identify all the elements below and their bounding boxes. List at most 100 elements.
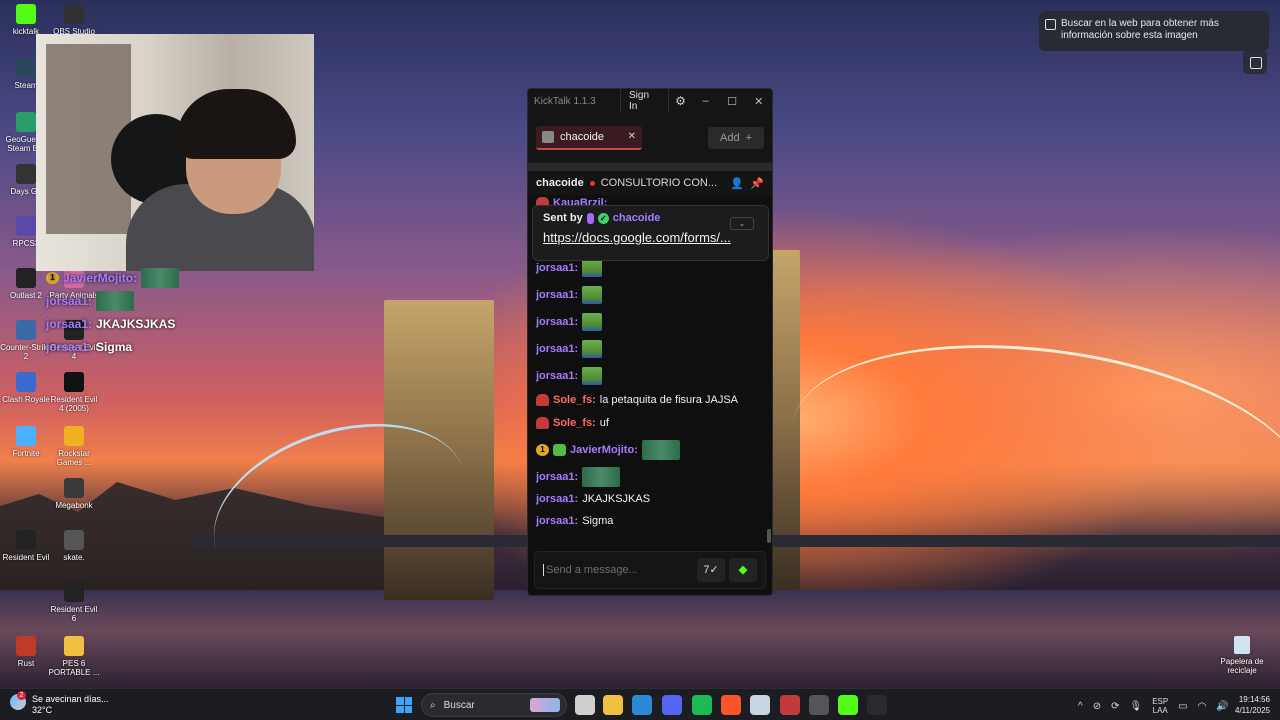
chat-text: JKAJKSJKAS xyxy=(582,493,651,505)
file-explorer-icon[interactable] xyxy=(603,695,623,715)
translate-icon[interactable]: 7✓ xyxy=(697,558,725,582)
task-view-icon[interactable] xyxy=(575,695,595,715)
chevron-up-icon[interactable]: ^ xyxy=(1078,701,1083,712)
chat-username[interactable]: Sole_fs: xyxy=(553,394,596,406)
chat-username[interactable]: jorsaa1: xyxy=(536,471,578,483)
clock[interactable]: 19:14:56 4/11/2025 xyxy=(1226,694,1270,716)
recycle-bin[interactable]: Papelera de reciclaje xyxy=(1212,636,1272,675)
desktop-icon[interactable]: Rockstar Games ... xyxy=(48,426,100,467)
minimize-button[interactable]: – xyxy=(692,95,719,107)
kicktalk-icon[interactable] xyxy=(838,695,858,715)
desktop-icon-label: Outlast 2 xyxy=(9,291,42,300)
chat-message: jorsaa1: JKAJKSJKAS xyxy=(536,493,650,505)
app-icon xyxy=(16,320,36,340)
desktop-icon-label: Rust xyxy=(17,659,35,668)
spotify-icon[interactable] xyxy=(692,695,712,715)
chat-username[interactable]: jorsaa1: xyxy=(536,370,578,382)
taskbar-search[interactable]: ⌕ Buscar xyxy=(421,693,567,717)
discord-icon[interactable] xyxy=(662,695,682,715)
kicktalk-window: KickTalk 1.1.3 Sign In ⚙ – ☐ ✕ chacoide … xyxy=(527,88,773,596)
gear-icon[interactable]: ⚙ xyxy=(669,94,693,108)
add-channel-button[interactable]: Add + xyxy=(708,126,764,149)
voicemeeter-icon[interactable] xyxy=(780,695,800,715)
emote-icon xyxy=(582,340,603,358)
app-icon xyxy=(16,372,36,392)
maximize-button[interactable]: ☐ xyxy=(719,95,746,108)
pinned-username[interactable]: chacoide xyxy=(613,212,661,224)
chat-scrollbar[interactable] xyxy=(767,529,771,543)
desktop-icon-label: Resident Evil xyxy=(2,553,50,562)
desktop-icon[interactable]: PES 6 PORTABLE ... xyxy=(48,636,100,677)
message-input[interactable]: Send a message... xyxy=(543,564,693,576)
close-button[interactable]: ✕ xyxy=(745,95,772,108)
system-tray: ^ ⊘ ⟳ 🎙 ESP LAA ▭ ◠ 🔊 xyxy=(1078,697,1229,715)
badge-icon: 1 xyxy=(536,444,549,456)
chat-username[interactable]: jorsaa1: xyxy=(536,343,578,355)
steam-icon[interactable] xyxy=(750,695,770,715)
chat-text: uf xyxy=(599,417,609,429)
chat-username[interactable]: jorsaa1: xyxy=(536,262,578,274)
app-icon xyxy=(16,530,36,550)
wallpaper-river xyxy=(0,590,1280,690)
desktop-icon[interactable]: Resident Evil 4 (2005) xyxy=(48,372,100,413)
mic-icon[interactable]: 🎙 xyxy=(1129,701,1142,712)
display-icon[interactable]: ▭ xyxy=(1178,701,1187,712)
taskbar: 2 Se avecinan días... 32°C ⌕ Buscar ^ ⊘ … xyxy=(0,688,1280,720)
desktop-icon[interactable]: Resident Evil xyxy=(0,530,52,562)
bing-icon[interactable] xyxy=(632,695,652,715)
network-icon[interactable]: ⊘ xyxy=(1093,701,1101,712)
desktop-icon-label: skate. xyxy=(63,553,85,562)
wifi-icon[interactable]: ◠ xyxy=(1198,701,1207,712)
chat-username[interactable]: Sole_fs: xyxy=(553,417,596,429)
start-button[interactable] xyxy=(396,697,412,713)
app-icon xyxy=(64,582,84,602)
user-icon[interactable]: 👤 xyxy=(730,177,744,190)
desktop-icon[interactable]: Outlast 2 xyxy=(0,268,52,300)
emote-icon xyxy=(582,367,603,385)
recycle-bin-label: Papelera de reciclaje xyxy=(1220,657,1264,675)
desktop-icon[interactable]: Clash Royale xyxy=(0,372,52,404)
emote-icon xyxy=(141,267,180,288)
badge-icon: 1 xyxy=(46,271,59,284)
visual-search-button[interactable] xyxy=(1243,50,1267,74)
chat-username[interactable]: jorsaa1: xyxy=(536,289,578,301)
desktop-icon[interactable]: Fortnite xyxy=(0,426,52,458)
desktop-icon[interactable]: Rust xyxy=(0,636,52,668)
chat-username[interactable]: jorsaa1: xyxy=(536,515,578,527)
desktop-icon[interactable]: Megabonk xyxy=(48,478,100,510)
language-indicator[interactable]: ESP LAA xyxy=(1152,697,1168,715)
desktop-icon[interactable]: OBS Studio xyxy=(48,4,100,36)
app-icon xyxy=(16,4,36,24)
chevron-down-icon[interactable]: ⌄ xyxy=(730,217,754,230)
desktop-icon[interactable]: kicktalk xyxy=(0,4,52,36)
chat-username[interactable]: JavierMojito: xyxy=(570,444,638,456)
mic-badge-icon xyxy=(586,212,594,224)
sync-icon[interactable]: ⟳ xyxy=(1111,701,1119,712)
emote-picker-icon[interactable]: ◆ xyxy=(729,558,757,582)
desktop-icon[interactable]: skate. xyxy=(48,530,100,562)
app-icon xyxy=(16,268,36,288)
close-tab-icon[interactable]: ✕ xyxy=(628,131,636,142)
brave-icon[interactable] xyxy=(721,695,741,715)
pin-icon[interactable]: 📌 xyxy=(750,177,764,190)
desktop-icon[interactable]: Resident Evil 6 xyxy=(48,582,100,623)
chat-username[interactable]: jorsaa1: xyxy=(536,316,578,328)
epic-games-icon[interactable] xyxy=(867,695,887,715)
sent-by-label: Sent by xyxy=(543,212,583,224)
pinned-message: Sent by ✓ chacoide ⌄ https://docs.google… xyxy=(532,205,769,261)
pinned-sent-by: Sent by ✓ chacoide xyxy=(543,212,758,224)
weather-widget[interactable]: 2 Se avecinan días... 32°C xyxy=(10,691,109,716)
chat-username[interactable]: jorsaa1: xyxy=(536,493,578,505)
sign-in-button[interactable]: Sign In xyxy=(620,89,669,113)
channel-tab[interactable]: chacoide ✕ xyxy=(536,125,642,150)
chat-message: jorsaa1: xyxy=(536,259,603,277)
overlay-chat-line: 1 JavierMojito: xyxy=(46,266,180,289)
app-icon xyxy=(16,636,36,656)
obs-icon[interactable] xyxy=(809,695,829,715)
desktop-icon-label: Counter-Strike 2 xyxy=(0,343,52,361)
kicktalk-titlebar[interactable]: KickTalk 1.1.3 Sign In ⚙ – ☐ ✕ xyxy=(528,89,772,113)
channel-tabs: chacoide ✕ Add + xyxy=(528,113,772,163)
desktop-icon[interactable]: Counter-Strike 2 xyxy=(0,320,52,361)
pinned-link[interactable]: https://docs.google.com/forms/... xyxy=(543,230,758,245)
visual-search-tooltip[interactable]: Buscar en la web para obtener más inform… xyxy=(1039,11,1269,51)
